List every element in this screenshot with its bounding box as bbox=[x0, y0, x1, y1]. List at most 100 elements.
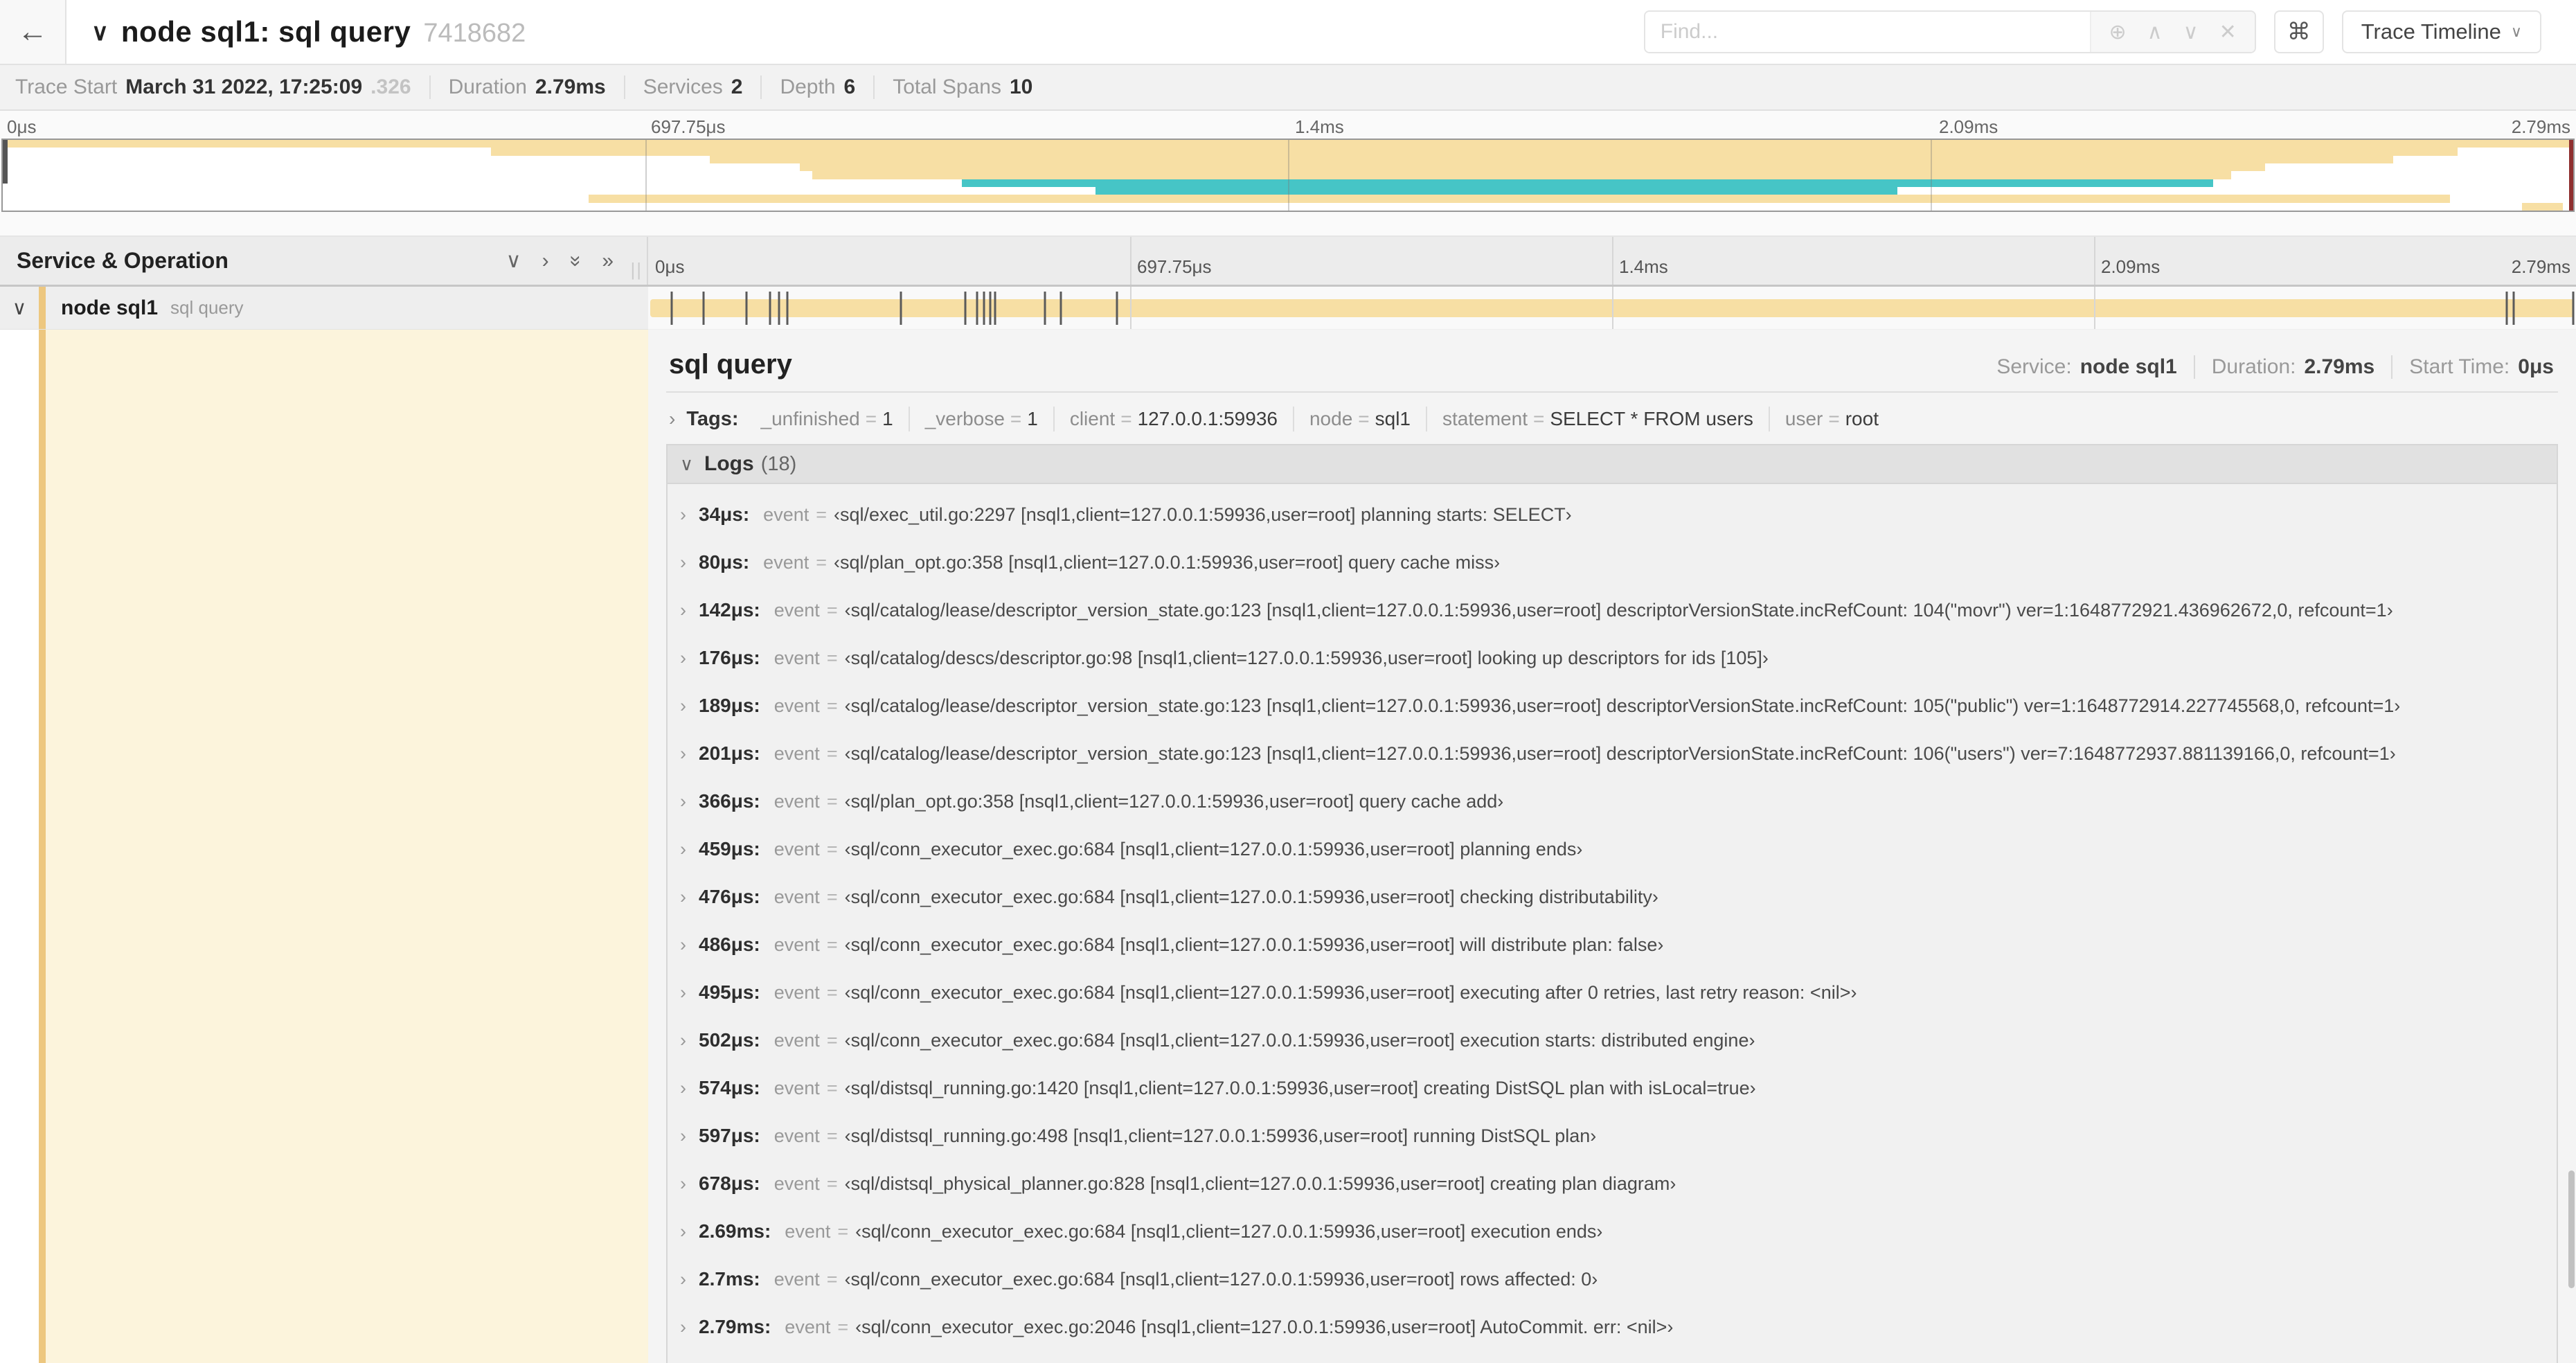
span-log-marker[interactable] bbox=[745, 291, 748, 325]
log-row[interactable]: › 502μs: event = ‹sql/conn_executor_exec.go:… bbox=[680, 1029, 2544, 1051]
tags-row[interactable]: › Tags: _unfinished = 1 _verbose = 1 client = 12… bbox=[666, 393, 2558, 444]
span-log-marker[interactable] bbox=[786, 291, 789, 325]
log-expand-icon[interactable]: › bbox=[680, 1221, 686, 1242]
log-row[interactable]: › 80μs: event = ‹sql/plan_opt.go:358 [nsql1,… bbox=[680, 551, 2544, 573]
log-row[interactable]: › 34μs: event = ‹sql/exec_util.go:2297 [nsql… bbox=[680, 504, 2544, 526]
span-log-marker[interactable] bbox=[983, 291, 985, 325]
vertical-scrollbar[interactable] bbox=[2568, 1170, 2575, 1288]
log-expand-icon[interactable]: › bbox=[680, 504, 686, 526]
log-row[interactable]: › 189μs: event = ‹sql/catalog/lease/descript… bbox=[680, 695, 2544, 717]
log-equals: = bbox=[826, 695, 838, 716]
log-expand-icon[interactable]: › bbox=[680, 1078, 686, 1099]
log-expand-icon[interactable]: › bbox=[680, 743, 686, 765]
span-log-marker[interactable] bbox=[964, 291, 967, 325]
span-row-timeline-cell[interactable] bbox=[648, 287, 2576, 330]
find-input[interactable] bbox=[1645, 12, 2090, 52]
log-expand-icon[interactable]: › bbox=[680, 934, 686, 956]
log-expand-icon[interactable]: › bbox=[680, 1269, 686, 1290]
span-collapse-icon[interactable]: ∨ bbox=[0, 296, 39, 319]
log-expand-icon[interactable]: › bbox=[680, 982, 686, 1004]
logs-box: ∨ Logs (18) › 34μs: event = ‹sql/exec_util.g… bbox=[666, 444, 2558, 1363]
log-expand-icon[interactable]: › bbox=[680, 887, 686, 908]
span-log-marker[interactable] bbox=[2512, 291, 2515, 325]
log-timestamp: 502μs: bbox=[699, 1029, 760, 1051]
span-row-name-cell[interactable]: ∨ node sql1 sql query bbox=[0, 287, 648, 330]
span-log-marker[interactable] bbox=[989, 291, 992, 325]
log-row[interactable]: › 574μs: event = ‹sql/distsql_running.go:142… bbox=[680, 1077, 2544, 1099]
log-row[interactable]: › 459μs: event = ‹sql/conn_executor_exec.go:… bbox=[680, 838, 2544, 860]
span-log-marker[interactable] bbox=[778, 291, 780, 325]
log-row[interactable]: › 678μs: event = ‹sql/distsql_physical_plann… bbox=[680, 1173, 2544, 1195]
span-log-marker[interactable] bbox=[1116, 291, 1118, 325]
log-row[interactable]: › 476μs: event = ‹sql/conn_executor_exec.go:… bbox=[680, 886, 2544, 908]
log-row[interactable]: › 176μs: event = ‹sql/catalog/descs/descript… bbox=[680, 647, 2544, 669]
span-log-marker[interactable] bbox=[2505, 291, 2508, 325]
detail-overview-value: 2.79ms bbox=[2304, 355, 2375, 378]
log-expand-icon[interactable]: › bbox=[680, 648, 686, 669]
tag-item[interactable]: node = sql1 bbox=[1292, 407, 1426, 431]
collapse-trace-icon[interactable]: ∨ bbox=[91, 19, 109, 46]
log-expand-icon[interactable]: › bbox=[680, 791, 686, 812]
span-detail-panel: sql query Service: node sql1 Duration: 2.79… bbox=[648, 330, 2576, 1363]
expand-one-icon[interactable]: › bbox=[542, 250, 549, 271]
expand-all-icon[interactable]: » bbox=[602, 250, 614, 271]
log-field-name: event bbox=[773, 1269, 820, 1290]
span-log-marker[interactable] bbox=[1059, 291, 1062, 325]
clear-find-icon[interactable]: ✕ bbox=[2219, 20, 2237, 44]
tags-expand-icon[interactable]: › bbox=[669, 408, 675, 430]
log-field-name: event bbox=[763, 504, 810, 525]
tag-item[interactable]: user = root bbox=[1768, 407, 1894, 431]
log-row[interactable]: › 142μs: event = ‹sql/catalog/lease/descript… bbox=[680, 599, 2544, 621]
column-resizer-grip[interactable]: || bbox=[630, 259, 643, 280]
service-operation-header: Service & Operation ∨ › » » || bbox=[0, 237, 648, 285]
log-expand-icon[interactable]: › bbox=[680, 839, 686, 860]
log-row[interactable]: › 366μs: event = ‹sql/plan_opt.go:358 [nsql1… bbox=[680, 790, 2544, 812]
tag-item[interactable]: _verbose = 1 bbox=[908, 407, 1053, 431]
log-row[interactable]: › 486μs: event = ‹sql/conn_executor_exec.go:… bbox=[680, 934, 2544, 956]
log-row[interactable]: › 597μs: event = ‹sql/distsql_running.go:498… bbox=[680, 1125, 2544, 1147]
logs-header[interactable]: ∨ Logs (18) bbox=[668, 445, 2557, 484]
log-expand-icon[interactable]: › bbox=[680, 695, 686, 717]
keyboard-shortcuts-button[interactable]: ⌘ bbox=[2273, 10, 2324, 53]
log-field-name: event bbox=[773, 648, 820, 668]
locate-icon[interactable]: ⊕ bbox=[2109, 20, 2127, 44]
log-expand-icon[interactable]: › bbox=[680, 1173, 686, 1195]
log-timestamp: 201μs: bbox=[699, 742, 760, 764]
tag-item[interactable]: statement = SELECT * FROM users bbox=[1426, 407, 1769, 431]
log-expand-icon[interactable]: › bbox=[680, 1125, 686, 1147]
span-log-marker[interactable] bbox=[670, 291, 673, 325]
collapse-deep-icon[interactable]: » bbox=[564, 255, 587, 267]
minimap-canvas[interactable] bbox=[1, 139, 2575, 212]
tag-item[interactable]: client = 127.0.0.1:59936 bbox=[1053, 407, 1293, 431]
log-row[interactable]: › 495μs: event = ‹sql/conn_executor_exec.go:… bbox=[680, 981, 2544, 1004]
collapse-all-icon[interactable]: ∨ bbox=[506, 250, 521, 271]
span-log-marker[interactable] bbox=[994, 291, 996, 325]
span-log-marker[interactable] bbox=[1044, 291, 1046, 325]
log-field-name: event bbox=[773, 743, 820, 764]
minimap-span-bar bbox=[491, 148, 2458, 156]
span-log-marker[interactable] bbox=[976, 291, 978, 325]
prev-result-icon[interactable]: ∧ bbox=[2147, 20, 2163, 44]
minimap-right-scrubber[interactable] bbox=[2569, 140, 2573, 211]
log-row[interactable]: › 2.69ms: event = ‹sql/conn_executor_exec.go… bbox=[680, 1220, 2544, 1242]
span-log-marker[interactable] bbox=[900, 291, 902, 325]
timeline-ruler: 0μs 697.75μs 1.4ms 2.09ms 2.79ms bbox=[648, 237, 2576, 285]
next-result-icon[interactable]: ∨ bbox=[2183, 20, 2199, 44]
span-log-marker[interactable] bbox=[2572, 291, 2575, 325]
trace-view-dropdown[interactable]: Trace Timeline ∨ bbox=[2341, 10, 2541, 53]
log-row[interactable]: › 2.79ms: event = ‹sql/conn_executor_exec.go… bbox=[680, 1316, 2544, 1338]
tag-item[interactable]: _unfinished = 1 bbox=[746, 407, 909, 431]
log-expand-icon[interactable]: › bbox=[680, 1317, 686, 1338]
minimap-left-scrubber[interactable] bbox=[3, 140, 8, 184]
span-row[interactable]: ∨ node sql1 sql query bbox=[0, 287, 2576, 330]
span-log-marker[interactable] bbox=[769, 291, 771, 325]
log-expand-icon[interactable]: › bbox=[680, 1030, 686, 1051]
log-message: ‹sql/distsql_running.go:1420 [nsql1,clie… bbox=[844, 1078, 1756, 1098]
span-log-marker[interactable] bbox=[702, 291, 705, 325]
log-expand-icon[interactable]: › bbox=[680, 600, 686, 621]
tag-key: client bbox=[1069, 408, 1116, 429]
back-button[interactable]: ← bbox=[0, 0, 66, 64]
log-row[interactable]: › 2.7ms: event = ‹sql/conn_executor_exec.go:… bbox=[680, 1268, 2544, 1290]
log-row[interactable]: › 201μs: event = ‹sql/catalog/lease/descript… bbox=[680, 742, 2544, 765]
log-expand-icon[interactable]: › bbox=[680, 552, 686, 573]
